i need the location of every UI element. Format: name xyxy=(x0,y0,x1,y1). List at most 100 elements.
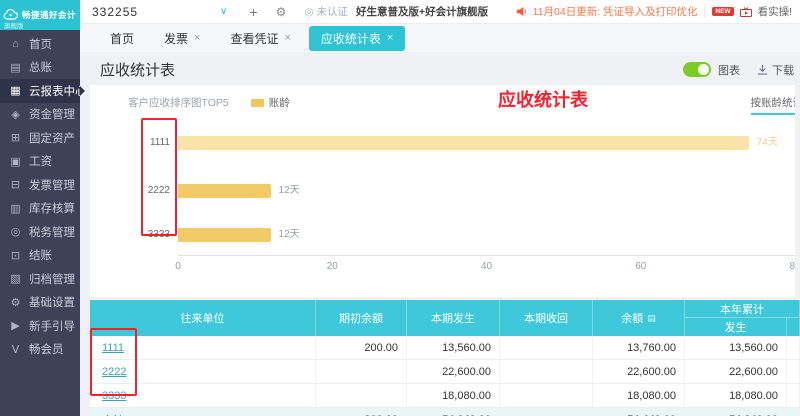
party-link[interactable]: 3333 xyxy=(102,390,126,402)
tab-invoice[interactable]: 发票 × xyxy=(152,26,212,51)
content-area: 应收统计表 图表 下载 客户应收排序图TOP5 账龄 xyxy=(80,52,800,416)
speaker-icon xyxy=(516,6,527,17)
table-header: 往来单位 期初余额 本期发生 本期收回 余额 ▤ 本年累计 发生 xyxy=(90,300,800,336)
bar-value-label: 74天 xyxy=(757,136,778,150)
sidebar-item-tax[interactable]: ◎ 税务管理 xyxy=(0,220,80,244)
sidebar-item-label: 资金管理 xyxy=(29,106,75,122)
x-axis-tick: 0 xyxy=(175,261,181,272)
close-icon[interactable]: × xyxy=(284,32,290,44)
sidebar-item-closing[interactable]: ⊡ 结账 xyxy=(0,244,80,268)
archive-icon: ▧ xyxy=(9,272,22,285)
close-icon[interactable]: × xyxy=(387,32,393,44)
account-number: 332255 xyxy=(92,5,138,19)
chart-legend: 账龄 xyxy=(251,95,290,110)
aging-analysis-link[interactable]: 按账龄统计 xyxy=(751,95,796,115)
sidebar-item-invoices[interactable]: ⊟ 发票管理 xyxy=(0,173,80,197)
table-total-row: 合计 200.00 54,240.00 54,440.00 54,240.00 xyxy=(90,408,800,416)
cert-status: 未认证 xyxy=(317,4,349,19)
sidebar-item-label: 固定资产 xyxy=(29,130,75,146)
col-header-empty xyxy=(787,318,800,336)
closing-icon: ⊡ xyxy=(9,249,22,262)
sidebar-item-label: 工资 xyxy=(29,153,52,169)
sidebar-item-membership[interactable]: Ⅴ 畅会员 xyxy=(0,338,80,362)
sidebar-item-guide[interactable]: ▶ 新手引导 xyxy=(0,314,80,338)
cell-ytd: 18,080.00 xyxy=(685,384,787,407)
download-label: 下载 xyxy=(772,62,794,78)
party-link[interactable]: 1111 xyxy=(102,342,124,354)
cell-current: 22,600.00 xyxy=(407,360,500,383)
cell-empty xyxy=(787,336,800,359)
sidebar-item-inventory[interactable]: ▥ 库存核算 xyxy=(0,197,80,221)
asset-icon: ⊞ xyxy=(9,131,22,144)
add-account-button[interactable]: + xyxy=(249,4,257,20)
col-header-ytd-sub[interactable]: 发生 xyxy=(685,318,787,336)
x-axis-tick: 80 xyxy=(789,261,795,272)
col-header-party[interactable]: 往来单位 xyxy=(90,300,316,336)
chevron-down-icon[interactable]: ∨ xyxy=(220,6,227,17)
bar-chart-plot: 1111 2222 3333 74天 12天 12天 0 20 40 60 80 xyxy=(178,122,795,256)
gear-icon: ⚙ xyxy=(9,296,22,309)
new-badge: NEW xyxy=(712,7,733,16)
cell-balance: 18,080.00 xyxy=(593,384,685,407)
table-row: 2222 22,600.00 22,600.00 22,600.00 xyxy=(90,360,800,384)
tab-label: 发票 xyxy=(164,30,188,47)
inventory-icon: ▥ xyxy=(9,202,22,215)
bar-1111[interactable] xyxy=(178,136,749,150)
legend-swatch-aging xyxy=(251,99,264,107)
sidebar-item-label: 结账 xyxy=(29,247,52,263)
col-header-ytd-group[interactable]: 本年累计 xyxy=(685,300,800,318)
cell-opening xyxy=(316,360,407,383)
promo-link[interactable]: 看实操! xyxy=(758,4,792,19)
tab-receivable-stats[interactable]: 应收统计表 × xyxy=(309,26,405,51)
sidebar-item-label: 新手引导 xyxy=(29,318,75,334)
total-link[interactable]: 合计 xyxy=(102,412,124,416)
sidebar: 畅捷通好会计 旗舰版 ⌂ 首页 ▤ 总账 ▦ 云报表中心 ◈ 资金管理 ⊞ 固定… xyxy=(0,0,80,416)
tab-label: 首页 xyxy=(110,30,134,47)
tab-label: 应收统计表 xyxy=(321,30,381,47)
invoice-icon: ⊟ xyxy=(9,178,22,191)
col-header-current[interactable]: 本期发生 xyxy=(407,300,500,336)
table-row: 1111 200.00 13,560.00 13,760.00 13,560.0… xyxy=(90,336,800,360)
col-header-balance[interactable]: 余额 ▤ xyxy=(593,300,685,336)
sidebar-item-home[interactable]: ⌂ 首页 xyxy=(0,32,80,56)
report-chart-icon: ▦ xyxy=(9,84,22,97)
cell-current: 54,240.00 xyxy=(407,408,500,416)
download-button[interactable]: 下载 xyxy=(757,62,794,78)
party-link[interactable]: 2222 xyxy=(102,366,126,378)
sidebar-item-archive[interactable]: ▧ 归档管理 xyxy=(0,267,80,291)
salary-icon: ▣ xyxy=(9,155,22,168)
category-label[interactable]: 1111 xyxy=(126,136,170,150)
update-notice[interactable]: 11月04日更新: 凭证导入及打印优化 xyxy=(533,4,698,19)
table-row: 3333 18,080.00 18,080.00 18,080.00 xyxy=(90,384,800,408)
category-label[interactable]: 3333 xyxy=(126,228,170,242)
bar-3333[interactable] xyxy=(178,228,271,242)
download-icon xyxy=(757,64,768,75)
chart-toggle[interactable] xyxy=(683,62,711,77)
sidebar-item-label: 基础设置 xyxy=(29,294,75,310)
sidebar-item-general-ledger[interactable]: ▤ 总账 xyxy=(0,56,80,80)
sidebar-item-funds[interactable]: ◈ 资金管理 xyxy=(0,103,80,127)
sidebar-item-settings[interactable]: ⚙ 基础设置 xyxy=(0,291,80,315)
tab-home[interactable]: 首页 xyxy=(98,26,146,51)
sidebar-item-fixed-assets[interactable]: ⊞ 固定资产 xyxy=(0,126,80,150)
app-title: 畅捷通好会计 xyxy=(22,9,76,21)
sidebar-item-label: 归档管理 xyxy=(29,271,75,287)
cell-empty xyxy=(787,408,800,416)
col-header-opening[interactable]: 期初余额 xyxy=(316,300,407,336)
sidebar-item-cloud-reports[interactable]: ▦ 云报表中心 xyxy=(0,79,80,103)
cell-opening: 200.00 xyxy=(316,336,407,359)
sidebar-item-salary[interactable]: ▣ 工资 xyxy=(0,150,80,174)
close-icon[interactable]: × xyxy=(194,32,200,44)
cell-opening: 200.00 xyxy=(316,408,407,416)
settings-gear-icon[interactable]: ⚙ xyxy=(276,5,287,19)
bar-2222[interactable] xyxy=(178,184,271,198)
sort-icon[interactable]: ▤ xyxy=(647,313,656,324)
cell-balance: 13,760.00 xyxy=(593,336,685,359)
sidebar-item-label: 总账 xyxy=(29,59,52,75)
member-icon: Ⅴ xyxy=(9,343,22,356)
tab-view-voucher[interactable]: 查看凭证 × xyxy=(218,26,302,51)
sidebar-item-label: 税务管理 xyxy=(29,224,75,240)
col-header-received[interactable]: 本期收回 xyxy=(500,300,593,336)
category-label[interactable]: 2222 xyxy=(126,184,170,198)
cell-balance: 22,600.00 xyxy=(593,360,685,383)
